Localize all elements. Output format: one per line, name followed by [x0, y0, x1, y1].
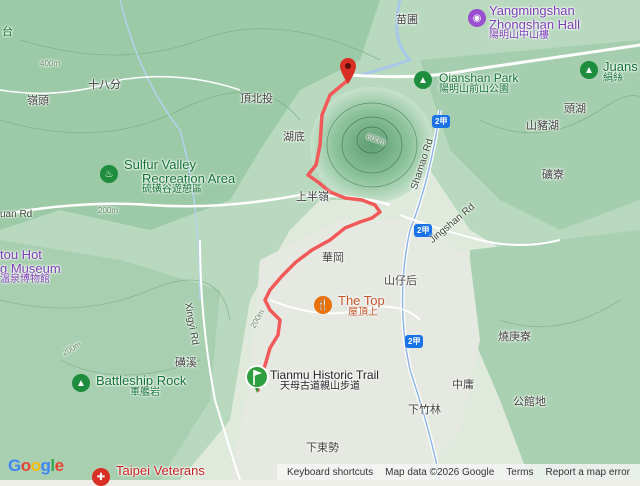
poi-name: Battleship Rock	[96, 373, 187, 388]
poi-name: Juans	[603, 59, 638, 74]
route-end-marker[interactable]	[340, 58, 356, 84]
poi-tianmu-trail[interactable]: Tianmu Historic Trail 天母古道親山步道	[270, 369, 379, 392]
poi-sulfur-valley[interactable]: Sulfur Valley Recreation Area 硫磺谷遊憩區	[124, 158, 235, 196]
poi-name-zh: 陽明山中山樓	[489, 30, 549, 42]
museum-icon[interactable]: ◉	[468, 9, 486, 27]
place-label: 礦寮	[542, 169, 564, 181]
place-label: 華岡	[322, 252, 344, 264]
poi-name: Qianshan Park	[439, 71, 519, 85]
hot-spring-icon[interactable]: ♨	[100, 165, 118, 183]
place-label: 中庸	[452, 379, 474, 391]
poi-battleship-rock[interactable]: Battleship Rock 軍艦岩	[96, 374, 186, 398]
place-label: 山仔后	[384, 275, 417, 287]
poi-name-zh: 天母古道親山步道	[280, 380, 360, 392]
map-data-attribution: Map data ©2026 Google	[385, 466, 495, 478]
contour-label: 400m	[40, 59, 61, 68]
report-error-link[interactable]: Report a map error	[546, 467, 630, 478]
place-label: 嶺頭	[27, 95, 49, 107]
attribution-bar: Keyboard shortcuts Map data ©2026 Google…	[276, 464, 640, 480]
place-label: 苗圃	[396, 14, 418, 26]
poi-name: tou Hot	[0, 247, 42, 262]
road-shield: 2甲	[432, 115, 451, 128]
terms-link[interactable]: Terms	[506, 467, 533, 478]
poi-zhongshan-hall[interactable]: Yangmingshan Zhongshan Hall 陽明山中山樓	[489, 4, 580, 42]
poi-name-zh: 軍艦岩	[130, 386, 160, 398]
place-label: 台	[2, 26, 13, 38]
place-label: 下竹林	[408, 404, 441, 416]
place-label: 燒庚寮	[498, 331, 531, 343]
poi-the-top[interactable]: The Top 屋頂上	[338, 294, 385, 318]
poi-name-zh: 絹絲	[603, 72, 623, 84]
restaurant-icon[interactable]: 🍴	[314, 296, 332, 314]
poi-name: Tianmu Historic Trail	[270, 368, 379, 382]
park-tree-icon[interactable]: ▲	[414, 71, 432, 89]
poi-name-zh: 陽明山前山公園	[439, 83, 509, 95]
poi-name-zh: 硫磺谷遊憩區	[142, 184, 202, 196]
poi-name: The Top	[338, 293, 385, 308]
keyboard-shortcuts-link[interactable]: Keyboard shortcuts	[287, 467, 373, 478]
place-label: 磺溪	[175, 357, 197, 369]
place-label: 下東勢	[306, 442, 339, 454]
road-label: uan Rd	[0, 209, 33, 220]
place-label: 山豬湖	[526, 120, 559, 132]
poi-juans[interactable]: Juans 絹絲	[603, 60, 638, 84]
poi-hot-spring-museum[interactable]: tou Hot g Museum 溫泉博物館	[0, 248, 61, 286]
place-label: 上半嶺	[296, 191, 329, 203]
place-label: 頭湖	[564, 103, 586, 115]
place-label: 公館地	[513, 396, 546, 408]
poi-name-zh: 屋頂上	[348, 306, 378, 318]
landmark-icon[interactable]: ▲	[72, 374, 90, 392]
road-shield: 2甲	[405, 335, 424, 348]
park-tree-icon[interactable]: ▲	[580, 61, 598, 79]
place-label: 湖底	[283, 131, 305, 143]
poi-name-zh: 溫泉博物館	[0, 274, 50, 286]
poi-qianshan-park[interactable]: Qianshan Park 陽明山前山公園	[439, 72, 518, 95]
place-label: 頂北投	[240, 93, 273, 105]
poi-name: Sulfur Valley	[124, 157, 197, 172]
route-start-marker[interactable]	[244, 364, 270, 394]
contour-label: 200m	[98, 206, 119, 215]
map-footer: Keyboard shortcuts Map data ©2026 Google…	[0, 464, 640, 480]
place-label: 十八分	[88, 79, 121, 91]
poi-name: Yangmingshan	[489, 3, 575, 18]
